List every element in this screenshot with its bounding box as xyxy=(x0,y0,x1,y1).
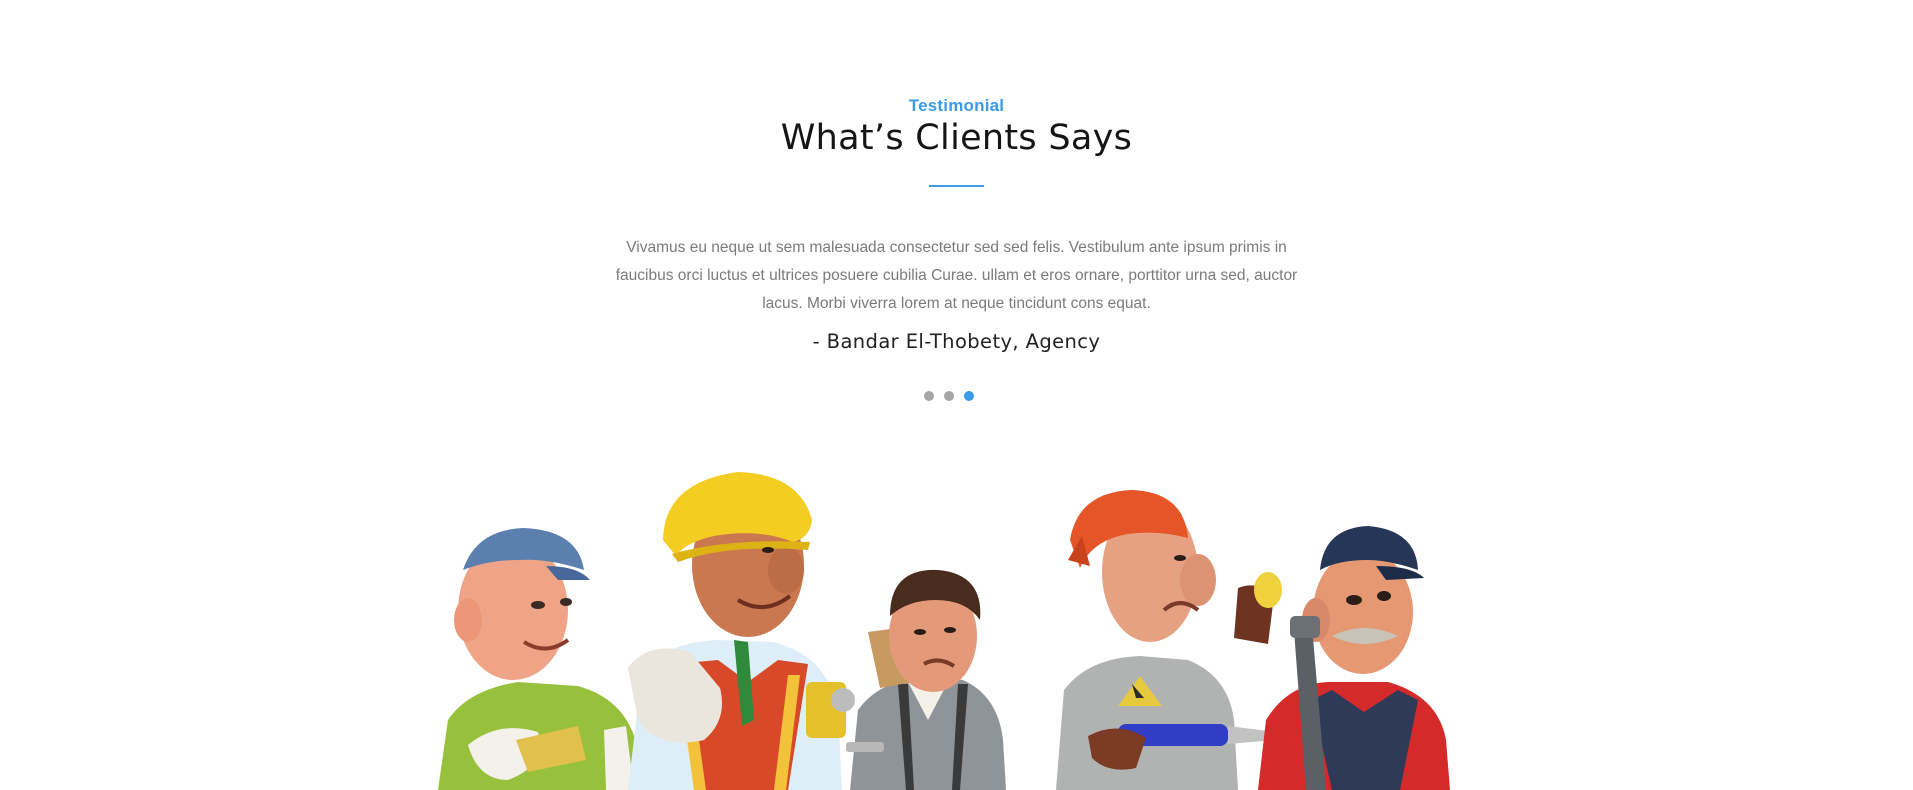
worker-figure xyxy=(438,528,642,790)
section-eyebrow: Testimonial xyxy=(908,96,1005,115)
worker-figure xyxy=(628,472,855,790)
workers-illustration xyxy=(438,472,1450,790)
carousel-dot[interactable] xyxy=(964,391,974,401)
testimonial-quote: Vivamus eu neque ut sem malesuada consec… xyxy=(615,239,1298,312)
carousel-dots xyxy=(924,391,974,401)
worker-figure xyxy=(1056,490,1282,790)
testimonial-section: Testimonial What’s Clients Says Vivamus … xyxy=(0,0,1913,790)
carousel-dot[interactable] xyxy=(924,391,934,401)
testimonial-author: - Bandar El-Thobety, Agency xyxy=(812,330,1101,353)
section-title: What’s Clients Says xyxy=(780,118,1133,158)
carousel-dot[interactable] xyxy=(944,391,954,401)
worker-figure xyxy=(846,569,1006,790)
worker-figure xyxy=(1258,526,1450,790)
title-divider xyxy=(929,185,984,187)
